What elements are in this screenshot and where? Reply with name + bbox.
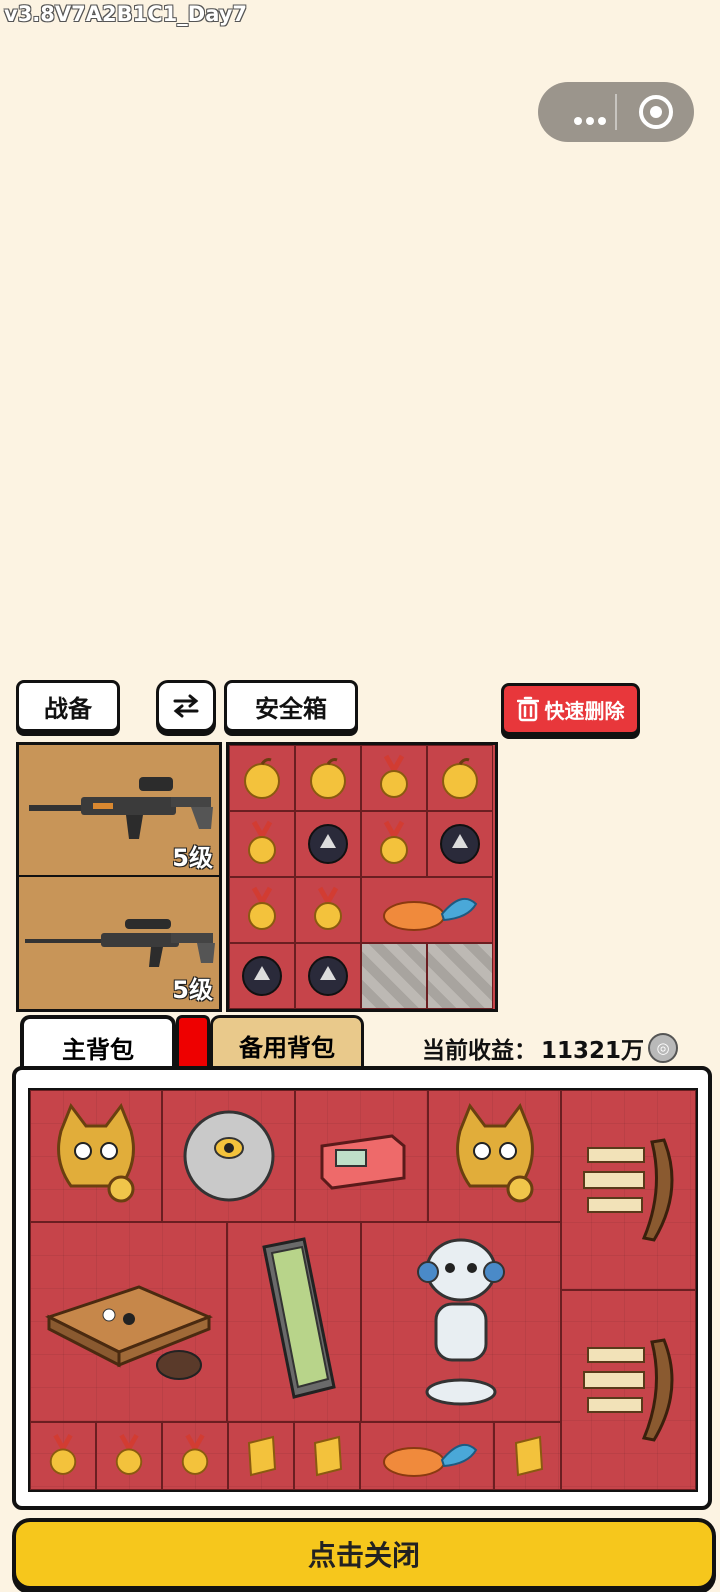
eye-medallion-icon — [183, 1110, 274, 1202]
bag-cell[interactable] — [162, 1090, 295, 1222]
locked-cell — [361, 943, 427, 1009]
trash-icon — [516, 696, 539, 722]
main-bag-grid — [28, 1088, 698, 1492]
koi-fish-icon — [383, 1443, 478, 1477]
robot-icon — [417, 1238, 505, 1406]
safebox-cell[interactable] — [361, 745, 427, 811]
earnings-value: 11321万 — [541, 1038, 645, 1064]
bag-cell[interactable] — [361, 1222, 561, 1422]
safebox-cell[interactable] — [229, 811, 295, 877]
red-device-icon — [320, 1134, 405, 1190]
medal-icon — [314, 886, 342, 930]
miniapp-capsule[interactable] — [538, 82, 694, 142]
golden-cat-idol-icon — [57, 1102, 135, 1203]
gear-slot-secondary[interactable]: 5级 — [19, 877, 219, 1007]
bag-cell[interactable] — [295, 1090, 428, 1222]
earnings-label: 当前收益： — [422, 1038, 537, 1064]
wolf-orb-icon — [242, 956, 282, 996]
safebox-cell[interactable] — [229, 943, 295, 1009]
version-label: v3.8V7A2B1C1_Day7 — [4, 2, 248, 26]
safebox-cell[interactable] — [427, 811, 493, 877]
bag-cell[interactable] — [30, 1222, 227, 1422]
safebox-cell[interactable] — [295, 943, 361, 1009]
medal-icon — [380, 754, 408, 798]
bag-cell[interactable] — [561, 1090, 696, 1290]
golden-cat-idol-icon — [455, 1102, 534, 1203]
bag-cell[interactable] — [294, 1422, 360, 1490]
bag-cell[interactable] — [428, 1090, 561, 1222]
medal-icon — [115, 1434, 143, 1475]
bag-cell[interactable] — [228, 1422, 294, 1490]
bag-cell[interactable] — [30, 1090, 162, 1222]
gear-level-label: 5级 — [172, 976, 213, 1004]
safebox-cell[interactable] — [229, 745, 295, 811]
gold-bar-icon — [514, 1435, 543, 1477]
tab-safebox[interactable]: 安全箱 — [224, 680, 358, 732]
capsule-divider — [615, 94, 617, 130]
bag-cell[interactable] — [30, 1422, 96, 1490]
bag-cell[interactable] — [96, 1422, 162, 1490]
battery-pack-icon — [262, 1237, 336, 1399]
gear-level-label: 5级 — [172, 844, 213, 872]
tab-gear[interactable]: 战备 — [16, 680, 120, 732]
sailing-ship-icon — [582, 1338, 673, 1442]
wolf-orb-icon — [308, 824, 348, 864]
safebox-cell[interactable] — [361, 811, 427, 877]
gold-bar-icon — [247, 1435, 277, 1477]
medal-icon — [248, 886, 276, 930]
quick-delete-button[interactable]: 快速删除 — [501, 683, 640, 735]
bag-cell[interactable] — [561, 1290, 696, 1490]
bag-cell[interactable] — [162, 1422, 228, 1490]
safebox-cell[interactable] — [427, 745, 493, 811]
swap-arrows-icon — [173, 694, 199, 718]
koi-fish-icon — [383, 897, 478, 931]
assault-rifle-icon — [29, 777, 213, 839]
safebox-cell[interactable] — [295, 811, 361, 877]
safebox-cell[interactable] — [361, 877, 493, 943]
main-bag-panel — [12, 1066, 712, 1510]
close-button[interactable]: 点击关闭 — [12, 1518, 716, 1590]
safebox-grid — [226, 742, 498, 1012]
sailing-ship-icon — [582, 1138, 673, 1242]
gear-panel: 5级 5级 — [16, 742, 222, 1012]
wolf-orb-icon — [440, 824, 480, 864]
coin-icon: ◎ — [648, 1033, 679, 1063]
medal-icon — [49, 1434, 77, 1475]
wolf-orb-icon — [308, 956, 348, 996]
safebox-cell[interactable] — [295, 877, 361, 943]
gold-bar-icon — [313, 1435, 343, 1477]
locked-cell — [427, 943, 493, 1009]
bag-cell[interactable] — [360, 1422, 494, 1490]
tab-spare-bag[interactable]: 备用背包 — [210, 1015, 364, 1072]
bag-cell[interactable] — [227, 1222, 361, 1422]
earnings-display: 当前收益： 11321万 ◎ — [422, 1031, 679, 1065]
close-miniapp-icon[interactable] — [639, 95, 673, 129]
tab-indicator[interactable] — [176, 1015, 210, 1072]
medal-icon — [380, 820, 408, 864]
medal-icon — [181, 1434, 209, 1475]
go-board-icon — [44, 1285, 213, 1380]
safebox-cell[interactable] — [229, 877, 295, 943]
medal-icon — [248, 820, 276, 864]
gear-slot-primary[interactable]: 5级 — [19, 745, 219, 877]
swap-button[interactable] — [156, 680, 216, 732]
golden-apple-icon — [442, 758, 478, 799]
golden-apple-icon — [310, 758, 346, 799]
more-icon[interactable] — [574, 110, 610, 129]
quick-delete-label: 快速删除 — [544, 698, 625, 723]
safebox-cell[interactable] — [295, 745, 361, 811]
golden-apple-icon — [244, 758, 280, 799]
bag-cell[interactable] — [494, 1422, 561, 1490]
